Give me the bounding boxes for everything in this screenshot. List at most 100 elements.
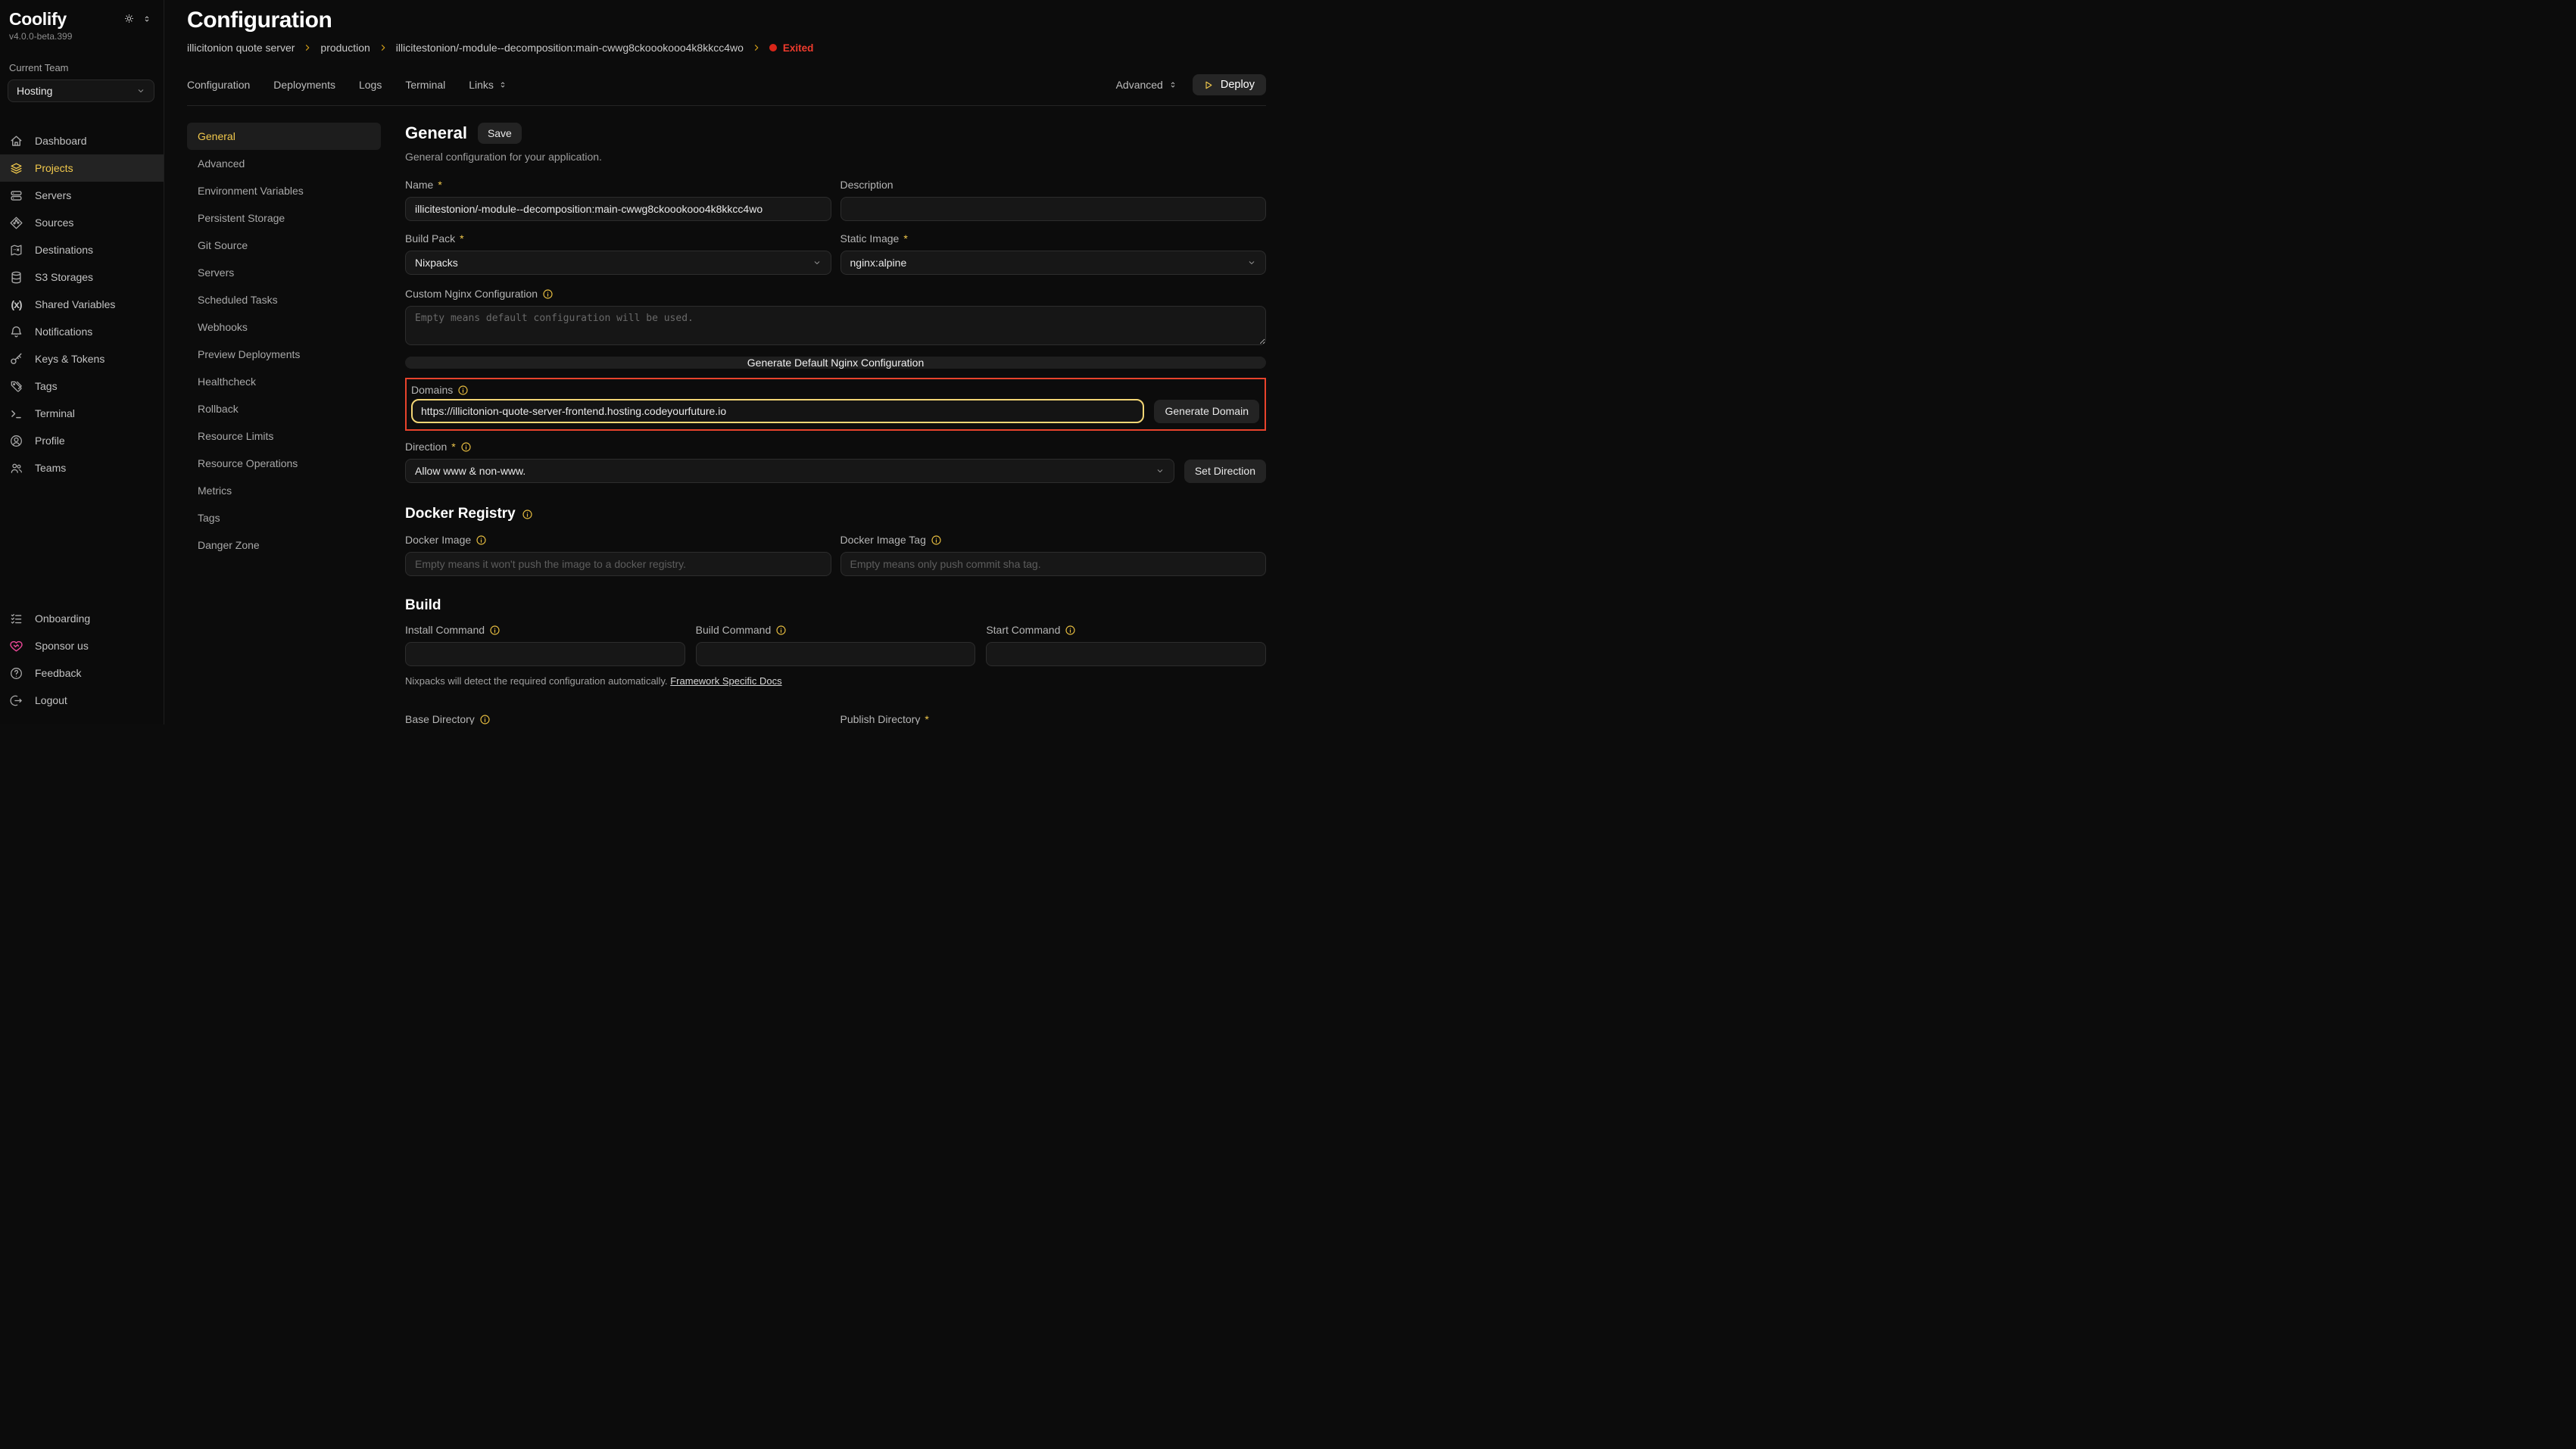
subnav-item-git-source[interactable]: Git Source bbox=[187, 232, 381, 259]
braces-x-icon: (x) bbox=[9, 298, 23, 310]
theme-toggle-sun-icon[interactable] bbox=[123, 13, 135, 24]
subnav-item-healthcheck[interactable]: Healthcheck bbox=[187, 368, 381, 395]
direction-select[interactable]: Allow www & non-www. bbox=[405, 459, 1174, 483]
subnav-item-rollback[interactable]: Rollback bbox=[187, 395, 381, 422]
info-icon[interactable] bbox=[522, 509, 533, 520]
install-command-input[interactable] bbox=[405, 642, 685, 666]
subnav-item-servers[interactable]: Servers bbox=[187, 259, 381, 286]
main-area: Configuration illicitonion quote server … bbox=[164, 0, 1288, 724]
custom-nginx-textarea[interactable] bbox=[405, 306, 1266, 345]
sidebar-item-teams[interactable]: Teams bbox=[0, 454, 164, 481]
sidebar-item-keys-tokens[interactable]: Keys & Tokens bbox=[0, 345, 164, 372]
config-subnav: General Advanced Environment Variables P… bbox=[187, 123, 381, 724]
start-command-label: Start Command bbox=[986, 624, 1060, 636]
subnav-item-advanced[interactable]: Advanced bbox=[187, 150, 381, 177]
team-select[interactable]: Hosting bbox=[8, 79, 154, 102]
heart-handshake-icon bbox=[9, 639, 23, 653]
database-icon bbox=[9, 270, 23, 285]
breadcrumb-project[interactable]: illicitonion quote server bbox=[187, 42, 295, 54]
tab-links[interactable]: Links bbox=[469, 79, 507, 91]
current-team-label: Current Team bbox=[0, 62, 164, 73]
info-icon[interactable] bbox=[457, 385, 469, 396]
subnav-item-persistent-storage[interactable]: Persistent Storage bbox=[187, 204, 381, 232]
save-button[interactable]: Save bbox=[478, 123, 522, 144]
tab-logs[interactable]: Logs bbox=[359, 79, 382, 91]
breadcrumb-application[interactable]: illicitestonion/-module--decomposition:m… bbox=[396, 42, 744, 54]
required-asterisk: * bbox=[460, 232, 463, 245]
sidebar-collapse-chevrons-icon[interactable] bbox=[142, 14, 151, 23]
build-pack-label: Build Pack bbox=[405, 232, 455, 245]
info-icon[interactable] bbox=[489, 625, 501, 636]
docker-image-input[interactable] bbox=[405, 552, 831, 576]
sidebar-item-sponsor-us[interactable]: Sponsor us bbox=[0, 632, 164, 659]
subnav-item-environment-variables[interactable]: Environment Variables bbox=[187, 177, 381, 204]
info-icon[interactable] bbox=[775, 625, 787, 636]
info-icon[interactable] bbox=[1065, 625, 1076, 636]
subnav-item-resource-limits[interactable]: Resource Limits bbox=[187, 422, 381, 450]
info-icon[interactable] bbox=[931, 534, 942, 546]
chevrons-up-down-icon bbox=[498, 80, 507, 89]
sidebar-item-sources[interactable]: Sources bbox=[0, 209, 164, 236]
description-input[interactable] bbox=[840, 197, 1267, 221]
domains-highlighted-group: Domains Generate Domain bbox=[405, 378, 1266, 431]
users-icon bbox=[9, 461, 23, 475]
set-direction-button[interactable]: Set Direction bbox=[1184, 460, 1266, 483]
base-directory-label: Base Directory bbox=[405, 713, 475, 724]
sidebar-item-destinations[interactable]: Destinations bbox=[0, 236, 164, 263]
subnav-item-scheduled-tasks[interactable]: Scheduled Tasks bbox=[187, 286, 381, 313]
sidebar-item-projects[interactable]: Projects bbox=[0, 154, 164, 182]
subnav-item-resource-operations[interactable]: Resource Operations bbox=[187, 450, 381, 477]
framework-docs-link[interactable]: Framework Specific Docs bbox=[670, 675, 781, 687]
sidebar-nav: Dashboard Projects Servers Sources Desti… bbox=[0, 127, 164, 481]
deploy-button[interactable]: Deploy bbox=[1193, 74, 1266, 95]
info-icon[interactable] bbox=[476, 534, 487, 546]
info-icon[interactable] bbox=[479, 714, 491, 725]
sidebar-item-servers[interactable]: Servers bbox=[0, 182, 164, 209]
sidebar-item-terminal[interactable]: Terminal bbox=[0, 400, 164, 427]
build-section-title: Build bbox=[405, 597, 441, 614]
required-asterisk: * bbox=[451, 441, 455, 453]
subnav-item-webhooks[interactable]: Webhooks bbox=[187, 313, 381, 341]
tag-icon bbox=[9, 379, 23, 394]
info-icon[interactable] bbox=[542, 288, 554, 300]
sidebar-item-profile[interactable]: Profile bbox=[0, 427, 164, 454]
sidebar-item-shared-variables[interactable]: (x) Shared Variables bbox=[0, 291, 164, 318]
advanced-dropdown[interactable]: Advanced bbox=[1116, 79, 1177, 91]
section-subtitle: General configuration for your applicati… bbox=[405, 151, 1266, 163]
sidebar-item-feedback[interactable]: Feedback bbox=[0, 659, 164, 687]
subnav-item-danger-zone[interactable]: Danger Zone bbox=[187, 531, 381, 559]
name-input[interactable] bbox=[405, 197, 831, 221]
breadcrumb: illicitonion quote server production ill… bbox=[187, 42, 1266, 54]
tabs-row: Configuration Deployments Logs Terminal … bbox=[187, 74, 1266, 106]
info-icon[interactable] bbox=[460, 441, 472, 453]
chevron-down-icon bbox=[1155, 466, 1165, 475]
generate-domain-button[interactable]: Generate Domain bbox=[1154, 400, 1259, 423]
subnav-item-tags[interactable]: Tags bbox=[187, 504, 381, 531]
sidebar-item-s3-storages[interactable]: S3 Storages bbox=[0, 263, 164, 291]
app-window: Coolify v4.0.0-beta.399 Current Team Hos… bbox=[0, 0, 1288, 724]
docker-registry-title: Docker Registry bbox=[405, 506, 516, 522]
sidebar-item-dashboard[interactable]: Dashboard bbox=[0, 127, 164, 154]
build-pack-select[interactable]: Nixpacks bbox=[405, 251, 831, 275]
static-image-select[interactable]: nginx:alpine bbox=[840, 251, 1267, 275]
sidebar-item-notifications[interactable]: Notifications bbox=[0, 318, 164, 345]
build-command-input[interactable] bbox=[696, 642, 976, 666]
docker-image-tag-input[interactable] bbox=[840, 552, 1267, 576]
domains-input[interactable] bbox=[411, 399, 1144, 423]
brand-row: Coolify bbox=[0, 8, 164, 30]
breadcrumb-environment[interactable]: production bbox=[320, 42, 370, 54]
name-field-group: Name * bbox=[405, 178, 831, 221]
nixpacks-note: Nixpacks will detect the required config… bbox=[405, 675, 1266, 687]
subnav-item-preview-deployments[interactable]: Preview Deployments bbox=[187, 341, 381, 368]
generate-nginx-config-button[interactable]: Generate Default Nginx Configuration bbox=[405, 357, 1266, 369]
tab-deployments[interactable]: Deployments bbox=[273, 79, 335, 91]
subnav-item-metrics[interactable]: Metrics bbox=[187, 477, 381, 504]
sidebar-item-tags[interactable]: Tags bbox=[0, 372, 164, 400]
tab-configuration[interactable]: Configuration bbox=[187, 79, 250, 91]
tab-terminal[interactable]: Terminal bbox=[405, 79, 445, 91]
sidebar-item-logout[interactable]: Logout bbox=[0, 687, 164, 714]
subnav-item-general[interactable]: General bbox=[187, 123, 381, 150]
git-source-icon bbox=[9, 216, 23, 230]
sidebar-item-onboarding[interactable]: Onboarding bbox=[0, 605, 164, 632]
start-command-input[interactable] bbox=[986, 642, 1266, 666]
